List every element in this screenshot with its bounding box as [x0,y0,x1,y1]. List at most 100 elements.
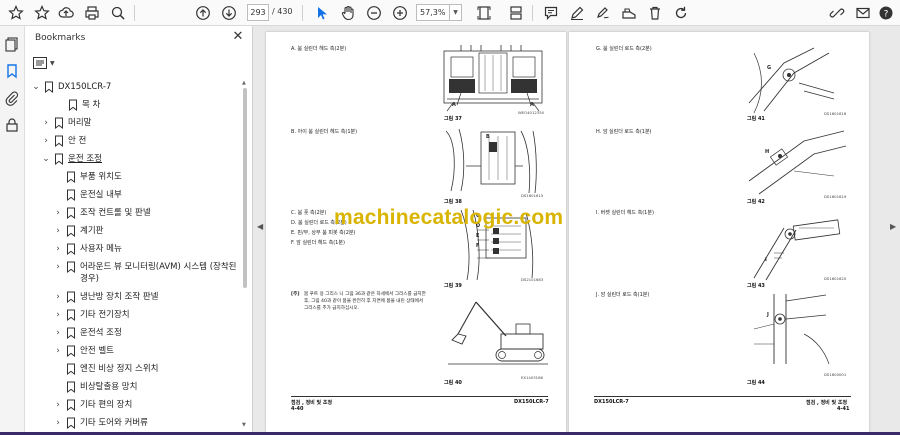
bookmark-item[interactable]: › 기타 편의 장치 [53,399,132,417]
redo-rotate-icon[interactable] [671,3,691,23]
page-number-input[interactable]: 293 [247,4,269,21]
chevron-down-icon[interactable]: ▼ [50,60,55,67]
figure-40-label: 그림 40 [444,380,462,386]
bookmark-item[interactable]: › 냉난방 장치 조작 판넬 [53,291,159,309]
next-page-icon[interactable] [219,3,239,23]
scroll-down-icon[interactable]: ▼ [242,422,246,428]
chevron-right-icon[interactable]: › [53,243,63,256]
select-cursor-icon[interactable] [312,3,332,23]
bookmark-item[interactable]: › 머리말 [41,117,91,135]
favorite-star-icon[interactable] [6,3,26,23]
star-icon[interactable] [32,3,52,23]
zoom-level-input[interactable]: 57,3% [416,4,450,21]
bookmark-label: 경우) [80,274,99,284]
bookmark-item[interactable]: ⌄ DX150LCR-7 [31,81,111,99]
chevron-down-icon[interactable]: ⌄ [41,153,51,166]
bookmark-icon [67,243,75,255]
print-icon[interactable] [82,3,102,23]
chevron-right-icon[interactable]: › [53,399,63,412]
document-viewer[interactable]: ◀ ▶ A. 붐 실린더 헤드 측(2분) A A 그림 37 WEO40123… [253,26,900,435]
figure-44-label: 그림 44 [747,380,765,386]
cloud-upload-icon[interactable] [56,3,76,23]
footer-rule [291,396,548,397]
previous-page-icon[interactable] [193,3,213,23]
zoom-out-icon[interactable] [364,3,384,23]
chevron-right-icon[interactable]: › [53,291,63,304]
chevron-right-icon[interactable]: › [53,309,63,322]
stamp-icon[interactable] [619,3,639,23]
document-page-left: A. 붐 실린더 헤드 측(2분) A A 그림 37 WEO4012350 B… [266,32,566,432]
chevron-right-icon[interactable]: › [41,135,51,148]
bookmark-item[interactable]: ⌄ 운전 조정 [41,153,102,171]
bookmark-item-continued[interactable]: 경우) [80,273,99,291]
bookmark-item[interactable]: › 안 전 [41,135,86,153]
edit-link-icon[interactable] [827,3,847,23]
bookmarks-panel: Bookmarks ✕ ▼ ⌄ DX150LCR-7 목 차 › 머리말 › 안… [25,26,253,435]
callout-e: E [476,233,480,239]
delete-trash-icon[interactable] [645,3,665,23]
highlight-pen-icon[interactable] [567,3,587,23]
chevron-right-icon[interactable]: › [53,207,63,220]
bookmark-icon [55,117,63,129]
chevron-down-icon[interactable]: ▼ [450,4,462,21]
page-thumbnails-icon[interactable] [4,36,20,52]
bookmark-label: DX150LCR-7 [58,82,112,92]
chevron-right-icon[interactable]: › [53,345,63,358]
chevron-right-icon[interactable]: › [53,327,63,340]
page-total: / 430 [272,7,293,16]
bookmark-item[interactable]: › 조작 컨트롤 및 판넬 [53,207,151,225]
bookmark-options[interactable]: ▼ [33,55,55,71]
help-icon[interactable]: ? [876,3,896,23]
callout-j: J [767,312,769,318]
scroll-up-icon[interactable]: ▲ [242,80,246,86]
bookmark-item[interactable]: › 기타 전기장치 [53,309,130,327]
bookmark-item[interactable]: › 운전석 조정 [53,327,122,345]
bookmark-item[interactable]: 운전실 내부 [53,189,122,207]
figure-42-label: 그림 42 [747,199,765,205]
bookmark-icon [67,189,75,201]
bookmark-scrollbar[interactable]: ▲ ▼ [242,80,249,430]
caption-b: B. 아이 붐 실린더 헤드 측(1분) [291,129,358,135]
zoom-search-icon[interactable] [108,3,128,23]
bookmark-item[interactable]: › 계기판 [53,225,103,243]
chevron-right-icon[interactable]: › [53,417,63,430]
callout-f: F [476,243,480,249]
callout-b: B [486,134,490,140]
attachments-paperclip-icon[interactable] [4,90,20,106]
bookmark-options-icon[interactable] [33,57,47,69]
page-fit-icon[interactable] [474,3,494,23]
security-lock-icon[interactable] [4,117,20,133]
scroll-left-icon[interactable]: ◀ [257,222,263,231]
document-page-right: G. 붐 실린더 로드 측(2분) G 그림 41 DS1601616 H. 암… [569,32,869,432]
chevron-right-icon[interactable]: › [53,225,63,238]
close-icon[interactable]: ✕ [231,30,245,44]
comment-icon[interactable] [541,3,561,23]
figure-44-drawing [753,294,830,365]
bookmark-item[interactable]: › 안전 벨트 [53,345,114,363]
scroll-mode-icon[interactable] [506,3,526,23]
figure-43-label: 그림 43 [747,283,765,289]
callout-i: I [765,257,767,263]
bookmark-item[interactable]: 엔진 비상 정지 스위치 [53,363,159,381]
chevron-right-icon[interactable]: › [41,117,51,130]
bookmarks-icon[interactable] [4,63,20,79]
bookmark-item[interactable]: 목 차 [55,99,100,117]
bookmark-item[interactable]: 비상탈출용 망치 [53,381,137,399]
bookmark-label: 사용자 메뉴 [80,244,122,254]
figure-37-label: 그림 37 [444,116,462,122]
chevron-down-icon[interactable]: ⌄ [31,81,41,94]
caption-f: F. 암 실린더 헤드 측(1분) [291,240,345,246]
chevron-right-icon[interactable]: › [53,261,63,274]
bookmark-item[interactable]: 부품 위치도 [53,171,122,189]
hand-tool-icon[interactable] [338,3,358,23]
scrollbar-thumb[interactable] [243,88,247,288]
email-envelope-icon[interactable] [853,3,873,23]
bookmark-label: 엔진 비상 정지 스위치 [80,364,159,374]
zoom-in-icon[interactable] [390,3,410,23]
figure-42-code: DS1601619 [824,194,847,199]
draw-signature-icon[interactable] [593,3,613,23]
scroll-right-icon[interactable]: ▶ [890,222,896,231]
watermark-text: machinecatalogic.com [334,206,564,229]
bookmark-item[interactable]: › 사용자 메뉴 [53,243,122,261]
bookmark-icon [67,381,75,393]
